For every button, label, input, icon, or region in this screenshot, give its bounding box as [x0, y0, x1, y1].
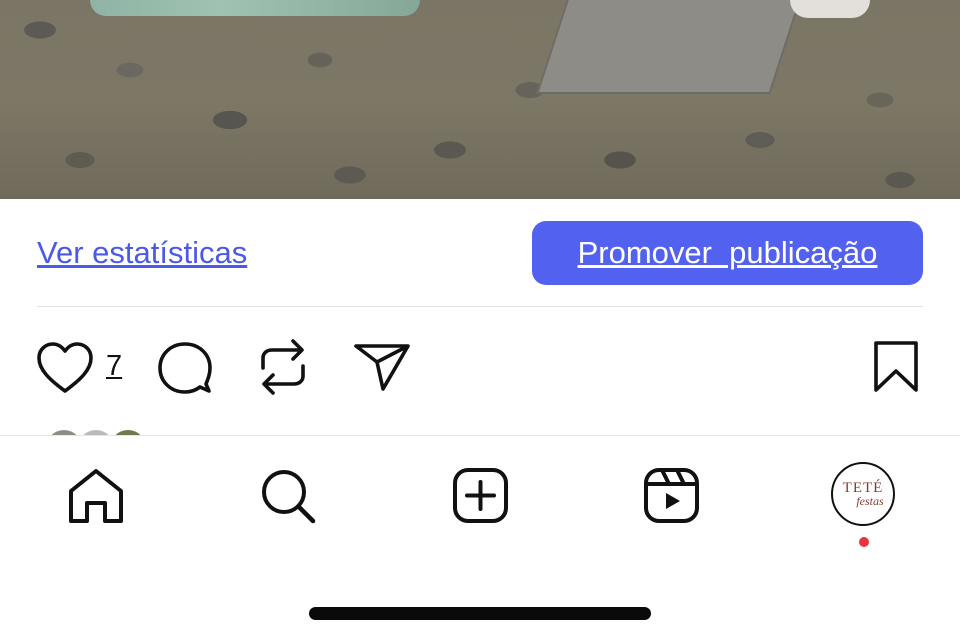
home-indicator — [309, 607, 651, 620]
bookmark-icon[interactable] — [872, 340, 920, 394]
photo-shoe — [790, 0, 870, 18]
profile-logo-text: TETÉ — [842, 480, 884, 496]
divider — [37, 306, 923, 307]
heart-icon[interactable] — [36, 341, 94, 395]
promote-post-button[interactable]: Promover publicação — [532, 221, 923, 285]
post-photo[interactable] — [0, 0, 960, 199]
reels-icon[interactable] — [643, 467, 700, 524]
profile-logo-subtext: festas — [856, 494, 884, 508]
share-icon[interactable] — [353, 342, 411, 392]
comment-icon[interactable] — [157, 340, 213, 396]
profile-avatar[interactable]: TETÉ festas — [831, 462, 895, 526]
like-count[interactable]: 7 — [106, 350, 122, 383]
repost-icon[interactable] — [259, 338, 307, 396]
view-insights-link[interactable]: Ver estatísticas — [37, 235, 247, 271]
create-icon[interactable] — [452, 467, 509, 524]
home-icon[interactable] — [67, 467, 125, 525]
notification-dot — [859, 537, 869, 547]
photo-fabric — [90, 0, 420, 16]
photo-stone-slab — [536, 0, 804, 94]
search-icon[interactable] — [259, 467, 317, 525]
nav-divider — [0, 435, 960, 436]
